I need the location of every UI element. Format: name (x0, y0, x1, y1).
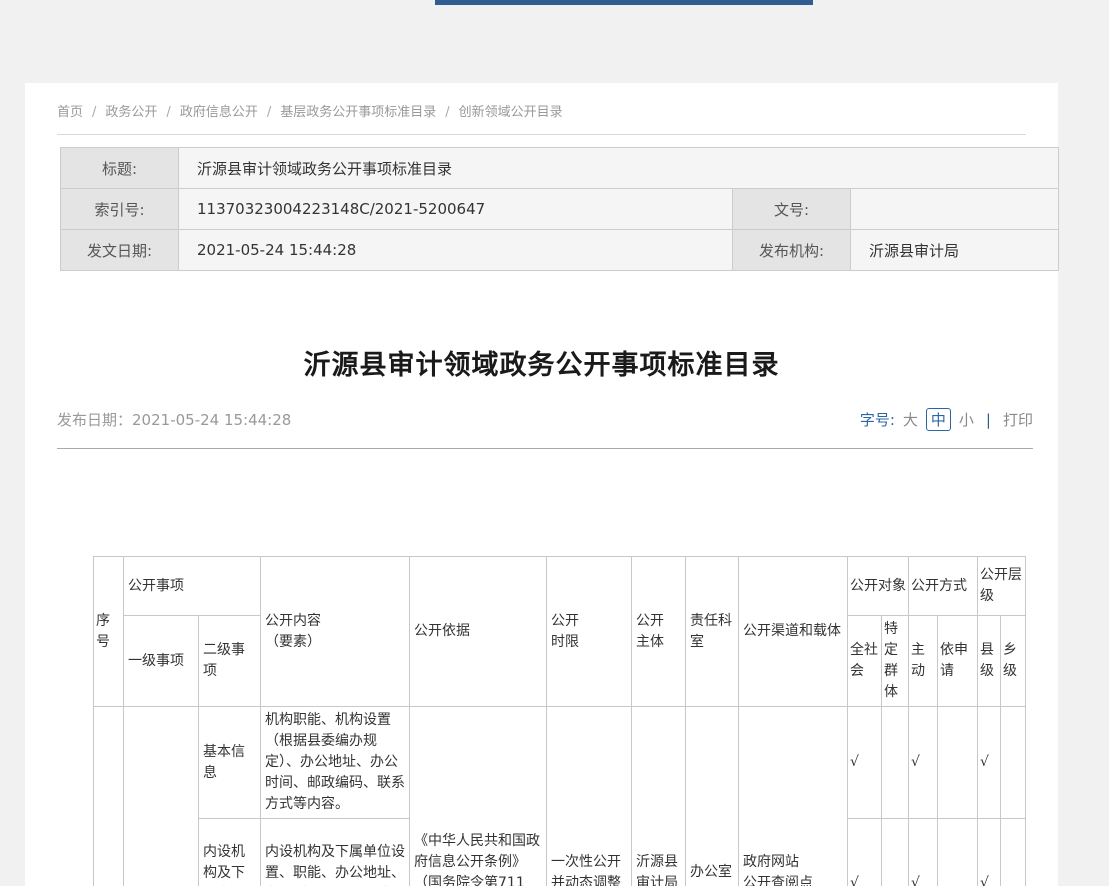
font-size-label: 字号: (860, 409, 895, 430)
top-nav-accent-bar (435, 0, 813, 5)
cell-channel: 政府网站 公开查阅点 (739, 707, 848, 886)
header-audience-special: 特定群体 (882, 616, 909, 707)
cell-level1 (124, 707, 199, 886)
cell-level2: 基本信息 (199, 707, 261, 819)
header-audience-all: 全社会 (848, 616, 882, 707)
check-county: √ (978, 707, 1001, 819)
meta-docnum-value (851, 189, 1059, 230)
check-township (1001, 707, 1026, 819)
cell-time-limit: 一次性公开并动态调整 (547, 707, 632, 886)
check-on-request (938, 819, 978, 886)
breadcrumb-item-home[interactable]: 首页 (57, 105, 83, 120)
cell-department: 办公室 (686, 707, 739, 886)
breadcrumb-separator: / (92, 105, 96, 120)
font-size-small-button[interactable]: 小 (959, 409, 974, 430)
meta-org-value: 沂源县审计局 (851, 230, 1059, 271)
header-level2: 二级事项 (199, 616, 261, 707)
publish-info-bar: 发布日期：2021-05-24 15:44:28 字号: 大 中 小 | 打印 (57, 408, 1033, 449)
header-open-item: 公开事项 (124, 557, 261, 616)
check-county: √ (978, 819, 1001, 886)
header-level-township: 乡级 (1001, 616, 1026, 707)
content-card: 首页 / 政务公开 / 政府信息公开 / 基层政务公开事项标准目录 / 创新领域公开目录 标题:… (25, 83, 1058, 886)
check-on-request (938, 707, 978, 819)
header-level: 公开层级 (978, 557, 1026, 616)
header-level-county: 县级 (978, 616, 1001, 707)
meta-index-label: 索引号: (61, 189, 179, 230)
page-title: 沂源县审计领域政务公开事项标准目录 (25, 343, 1058, 382)
breadcrumb-item-zhengwu[interactable]: 政务公开 (105, 105, 157, 120)
cell-subject: 沂源县审计局 (632, 707, 686, 886)
header-audience: 公开对象 (848, 557, 909, 616)
check-township (1001, 819, 1026, 886)
header-subject: 公开 主体 (632, 557, 686, 707)
catalog-table: 序号 公开事项 公开内容 （要素） 公开依据 公开 时限 公开 主体 责任科室 … (93, 556, 1026, 886)
header-method-proactive: 主动 (909, 616, 938, 707)
header-basis: 公开依据 (410, 557, 547, 707)
print-button[interactable]: 打印 (1003, 409, 1033, 430)
font-size-medium-button[interactable]: 中 (926, 408, 951, 431)
header-department: 责任科室 (686, 557, 739, 707)
header-method-on-request: 依申请 (938, 616, 978, 707)
breadcrumb: 首页 / 政务公开 / 政府信息公开 / 基层政务公开事项标准目录 / 创新领域公开目录 (57, 101, 1026, 135)
font-size-controls: 字号: 大 中 小 | 打印 (860, 408, 1033, 431)
header-level1: 一级事项 (124, 616, 199, 707)
meta-row-date: 发文日期: 2021-05-24 15:44:28 发布机构: 沂源县审计局 (61, 230, 1059, 271)
header-time-limit: 公开 时限 (547, 557, 632, 707)
breadcrumb-item-xinxi[interactable]: 政府信息公开 (180, 105, 258, 120)
header-seq: 序号 (94, 557, 124, 707)
meta-docnum-label: 文号: (733, 189, 851, 230)
meta-index-value: 11370323004223148C/2021-5200647 (179, 189, 733, 230)
cell-basis: 《中华人民共和国政府信息公开条例》（国务院令第711号） (410, 707, 547, 886)
check-proactive: √ (909, 707, 938, 819)
meta-title-label: 标题: (61, 148, 179, 189)
cell-seq (94, 707, 124, 886)
check-special-group (882, 819, 909, 886)
font-size-large-button[interactable]: 大 (903, 409, 918, 430)
breadcrumb-separator: / (445, 105, 449, 120)
catalog-table-container: 序号 公开事项 公开内容 （要素） 公开依据 公开 时限 公开 主体 责任科室 … (93, 556, 1058, 886)
check-special-group (882, 707, 909, 819)
publish-date-label: 发布日期： (57, 411, 132, 429)
breadcrumb-item-chuangxin[interactable]: 创新领域公开目录 (459, 105, 563, 120)
check-all-society: √ (848, 819, 882, 886)
meta-row-index: 索引号: 11370323004223148C/2021-5200647 文号: (61, 189, 1059, 230)
meta-date-label: 发文日期: (61, 230, 179, 271)
cell-content: 机构职能、机构设置（根据县委编办规定）、办公地址、办公时间、邮政编码、联系方式等… (261, 707, 410, 819)
publish-date-value: 2021-05-24 15:44:28 (132, 411, 291, 429)
check-proactive: √ (909, 819, 938, 886)
check-all-society: √ (848, 707, 882, 819)
print-separator: | (986, 411, 991, 429)
catalog-header-row-1: 序号 公开事项 公开内容 （要素） 公开依据 公开 时限 公开 主体 责任科室 … (94, 557, 1026, 616)
publish-date: 发布日期：2021-05-24 15:44:28 (57, 409, 291, 430)
cell-content: 内设机构及下属单位设置、职能、办公地址、办公时间、联系方式、负责人姓名等。 (261, 819, 410, 886)
breadcrumb-separator: / (267, 105, 271, 120)
cell-level2: 内设机构及下属事业单位 (199, 819, 261, 886)
meta-date-value: 2021-05-24 15:44:28 (179, 230, 733, 271)
header-method: 公开方式 (909, 557, 978, 616)
meta-org-label: 发布机构: (733, 230, 851, 271)
header-channel: 公开渠道和载体 (739, 557, 848, 707)
meta-row-title: 标题: 沂源县审计领域政务公开事项标准目录 (61, 148, 1059, 189)
meta-title-value: 沂源县审计领域政务公开事项标准目录 (179, 148, 1059, 189)
document-meta-table: 标题: 沂源县审计领域政务公开事项标准目录 索引号: 1137032300422… (60, 147, 1059, 271)
breadcrumb-item-jiceng[interactable]: 基层政务公开事项标准目录 (280, 105, 436, 120)
table-row: 基本信息 机构职能、机构设置（根据县委编办规定）、办公地址、办公时间、邮政编码、… (94, 707, 1026, 819)
breadcrumb-separator: / (166, 105, 170, 120)
header-content: 公开内容 （要素） (261, 557, 410, 707)
